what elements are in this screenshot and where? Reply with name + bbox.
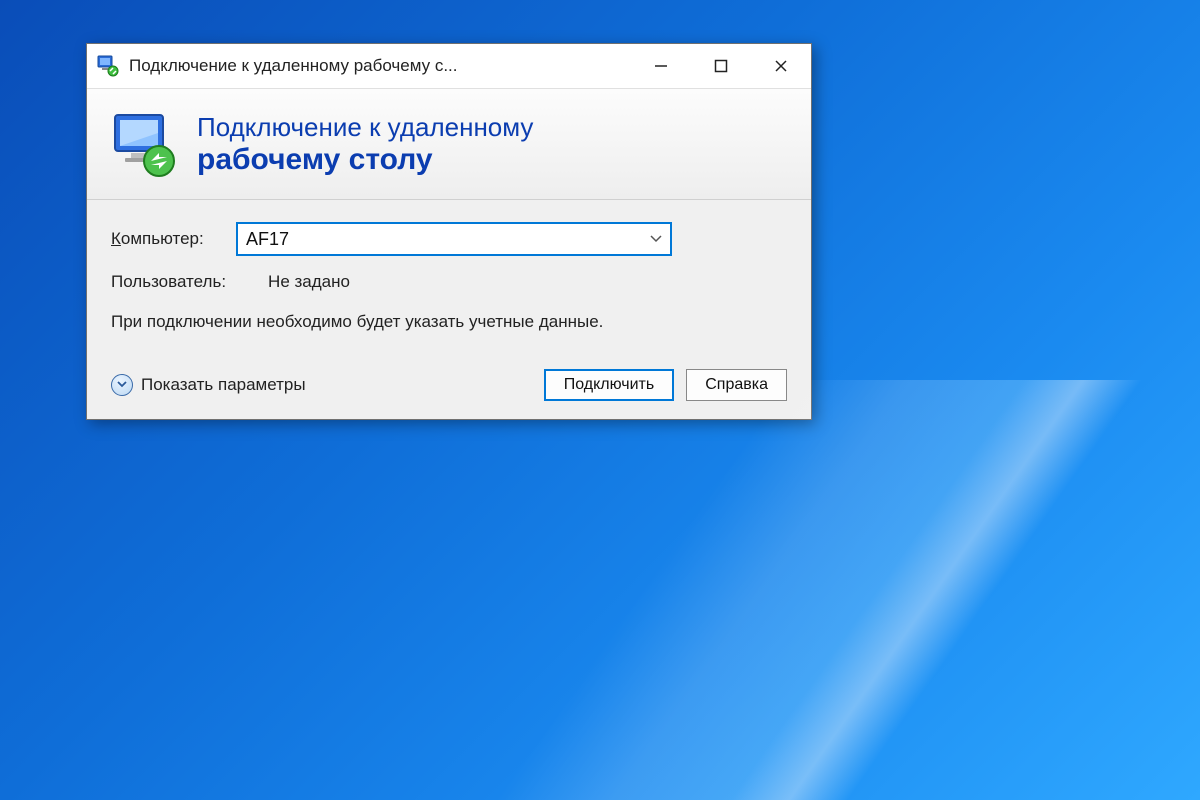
computer-value: AF17 (246, 229, 289, 250)
banner-text: Подключение к удаленному рабочему столу (197, 112, 533, 176)
dialog-footer: Показать параметры Подключить Справка (111, 363, 787, 401)
close-button[interactable] (751, 44, 811, 88)
banner-line1: Подключение к удаленному (197, 112, 533, 143)
computer-row: Компьютер: AF17 (111, 222, 787, 256)
rdp-icon (109, 109, 179, 179)
computer-label: Компьютер: (111, 229, 236, 249)
window-controls (631, 44, 811, 88)
banner-line2: рабочему столу (197, 143, 533, 176)
show-options-label: Показать параметры (141, 375, 306, 395)
expand-icon (111, 374, 133, 396)
user-label: Пользователь: (111, 272, 226, 292)
credentials-note: При подключении необходимо будет указать… (111, 310, 631, 335)
rdp-dialog-window: Подключение к удаленному рабочему с... (86, 43, 812, 420)
help-button[interactable]: Справка (686, 369, 787, 401)
titlebar: Подключение к удаленному рабочему с... (87, 44, 811, 88)
banner: Подключение к удаленному рабочему столу (87, 88, 811, 200)
button-group: Подключить Справка (544, 369, 787, 401)
dialog-body: Компьютер: AF17 Пользователь: Не задано … (87, 200, 811, 419)
window-title: Подключение к удаленному рабочему с... (129, 56, 631, 76)
app-icon (97, 55, 119, 77)
computer-combobox[interactable]: AF17 (236, 222, 672, 256)
maximize-button[interactable] (691, 44, 751, 88)
user-value: Не задано (268, 272, 350, 292)
user-row: Пользователь: Не задано (111, 272, 787, 292)
minimize-button[interactable] (631, 44, 691, 88)
chevron-down-icon (650, 235, 662, 243)
connect-button[interactable]: Подключить (544, 369, 674, 401)
show-options-toggle[interactable]: Показать параметры (111, 374, 306, 396)
